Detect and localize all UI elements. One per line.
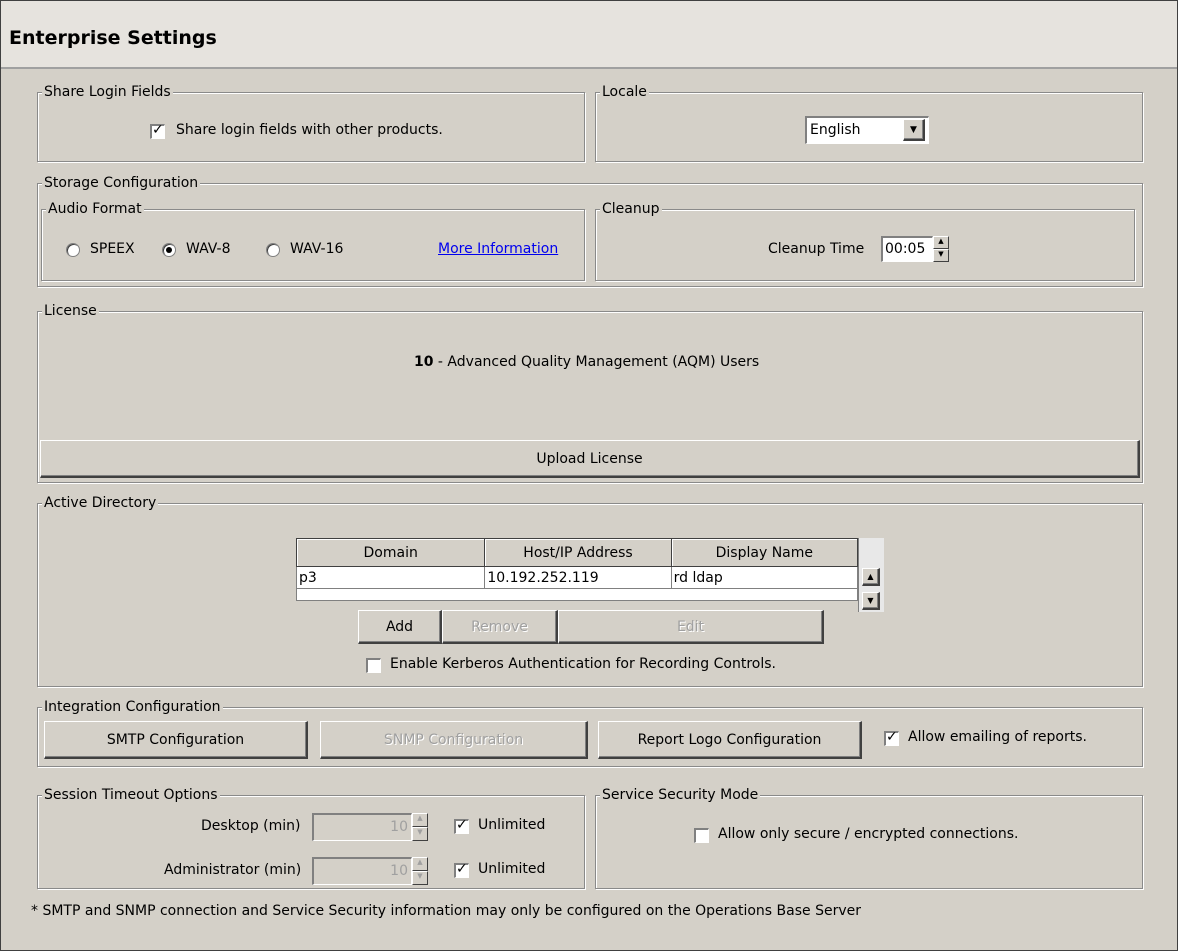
check-mark-icon: ✓ — [456, 861, 468, 877]
column-header-domain[interactable]: Domain — [295, 538, 486, 567]
session-timeout-group: Session Timeout Options Desktop (min) 10… — [37, 786, 585, 889]
column-header-host[interactable]: Host/IP Address — [484, 538, 672, 567]
license-count: 10 — [414, 354, 434, 370]
service-security-legend: Service Security Mode — [600, 786, 761, 804]
snmp-configuration-button[interactable]: SNMP Configuration — [320, 721, 588, 759]
share-login-label: Share login fields with other products. — [176, 122, 443, 138]
active-directory-group: Active Directory Domain Host/IP Address … — [37, 494, 1143, 687]
desktop-unlimited-label: Unlimited — [478, 817, 546, 833]
scroll-up-icon[interactable]: ▲ — [862, 568, 880, 586]
add-button-label: Add — [385, 618, 414, 635]
desktop-timeout-spinner[interactable]: ▲ ▼ — [412, 813, 428, 841]
check-mark-icon: ✓ — [886, 729, 898, 745]
locale-legend: Locale — [600, 83, 649, 101]
snmp-button-label: SNMP Configuration — [383, 731, 524, 748]
admin-timeout-label: Administrator (min) — [164, 862, 302, 878]
spin-down-icon[interactable]: ▼ — [933, 249, 949, 262]
check-mark-icon: ✓ — [456, 817, 468, 833]
smtp-button-label: SMTP Configuration — [106, 731, 245, 748]
table-scrollbar[interactable]: ▲ ▼ — [858, 538, 884, 612]
report-logo-configuration-button[interactable]: Report Logo Configuration — [598, 721, 862, 759]
edit-button[interactable]: Edit — [558, 610, 824, 644]
integration-config-group: Integration Configuration SMTP Configura… — [37, 698, 1143, 767]
window-title: Enterprise Settings — [9, 27, 217, 49]
enterprise-settings-window: Enterprise Settings Share Login Fields ✓… — [0, 0, 1178, 951]
share-login-checkbox[interactable]: ✓ — [150, 122, 165, 139]
upload-license-label: Upload License — [536, 450, 643, 467]
smtp-configuration-button[interactable]: SMTP Configuration — [44, 721, 308, 759]
admin-timeout-spinner[interactable]: ▲ ▼ — [412, 857, 428, 885]
license-group: License 10 - Advanced Quality Management… — [37, 302, 1143, 483]
license-description: - Advanced Quality Management (AQM) User… — [433, 354, 760, 370]
cleanup-time-input[interactable]: 00:05 — [881, 236, 933, 262]
spin-up-icon[interactable]: ▲ — [412, 857, 428, 871]
integration-config-legend: Integration Configuration — [42, 698, 223, 716]
footer-note: * SMTP and SNMP connection and Service S… — [31, 903, 861, 919]
allow-email-label: Allow emailing of reports. — [908, 729, 1087, 745]
active-directory-table: Domain Host/IP Address Display Name p3 1… — [295, 538, 859, 601]
table-cell-host[interactable]: 10.192.252.119 — [484, 566, 672, 589]
cleanup-time-spinner[interactable]: ▲ ▼ — [933, 236, 949, 262]
desktop-timeout-input[interactable]: 10 — [312, 813, 412, 841]
table-row-empty — [296, 588, 858, 601]
edit-button-label: Edit — [676, 618, 705, 635]
more-information-link[interactable]: More Information — [438, 241, 558, 257]
license-legend: License — [42, 302, 99, 320]
remove-button[interactable]: Remove — [442, 610, 558, 644]
radio-speex[interactable] — [66, 243, 80, 257]
check-mark-icon: ✓ — [152, 122, 164, 138]
report-logo-button-label: Report Logo Configuration — [637, 731, 822, 748]
radio-wav8-label: WAV-8 — [186, 241, 231, 257]
share-login-legend: Share Login Fields — [42, 83, 173, 101]
table-row[interactable]: p3 10.192.252.119 rd ldap — [295, 566, 859, 589]
desktop-timeout-value: 10 — [390, 819, 408, 835]
desktop-unlimited-checkbox[interactable]: ✓ — [454, 817, 469, 834]
radio-selected-dot — [166, 247, 172, 253]
add-button[interactable]: Add — [358, 610, 442, 644]
spin-up-icon[interactable]: ▲ — [933, 236, 949, 249]
storage-config-legend: Storage Configuration — [42, 174, 201, 192]
table-cell-display-name[interactable]: rd ldap — [670, 566, 859, 589]
table-cell-domain[interactable]: p3 — [295, 566, 486, 589]
radio-wav16[interactable] — [266, 243, 280, 257]
spin-down-icon[interactable]: ▼ — [412, 871, 428, 885]
secure-connections-checkbox[interactable] — [694, 828, 709, 843]
kerberos-label: Enable Kerberos Authentication for Recor… — [390, 656, 776, 672]
allow-email-checkbox[interactable]: ✓ — [884, 729, 899, 746]
locale-group: Locale English ▼ — [595, 83, 1143, 162]
chevron-down-icon: ▼ — [910, 124, 917, 135]
admin-timeout-input[interactable]: 10 — [312, 857, 412, 885]
audio-format-group: Audio Format SPEEX WAV-8 WAV-16 More Inf… — [41, 200, 585, 281]
cleanup-time-value: 00:05 — [885, 241, 926, 257]
share-login-group: Share Login Fields ✓ Share login fields … — [37, 83, 585, 162]
admin-unlimited-checkbox[interactable]: ✓ — [454, 861, 469, 878]
locale-dropdown-button[interactable]: ▼ — [903, 119, 925, 141]
spin-up-icon[interactable]: ▲ — [412, 813, 428, 827]
admin-timeout-value: 10 — [390, 863, 408, 879]
locale-selected-value: English — [810, 122, 861, 138]
admin-unlimited-label: Unlimited — [478, 861, 546, 877]
active-directory-legend: Active Directory — [42, 494, 159, 512]
secure-connections-label: Allow only secure / encrypted connection… — [718, 826, 1019, 842]
radio-speex-label: SPEEX — [90, 241, 135, 257]
license-summary: 10 - Advanced Quality Management (AQM) U… — [414, 354, 759, 370]
cleanup-time-label: Cleanup Time — [768, 241, 865, 257]
scroll-down-icon[interactable]: ▼ — [862, 592, 880, 610]
column-header-display-name[interactable]: Display Name — [670, 538, 859, 567]
service-security-group: Service Security Mode Allow only secure … — [595, 786, 1143, 889]
upload-license-button[interactable]: Upload License — [40, 440, 1140, 478]
title-bar: Enterprise Settings — [1, 1, 1177, 69]
cleanup-group: Cleanup Cleanup Time 00:05 ▲ ▼ — [595, 200, 1135, 281]
radio-wav16-label: WAV-16 — [290, 241, 344, 257]
spin-down-icon[interactable]: ▼ — [412, 827, 428, 841]
audio-format-legend: Audio Format — [46, 200, 144, 218]
desktop-timeout-label: Desktop (min) — [201, 818, 301, 834]
remove-button-label: Remove — [471, 618, 528, 635]
kerberos-checkbox[interactable] — [366, 658, 381, 673]
cleanup-legend: Cleanup — [600, 200, 662, 218]
session-timeout-legend: Session Timeout Options — [42, 786, 220, 804]
radio-wav8[interactable] — [162, 243, 176, 257]
